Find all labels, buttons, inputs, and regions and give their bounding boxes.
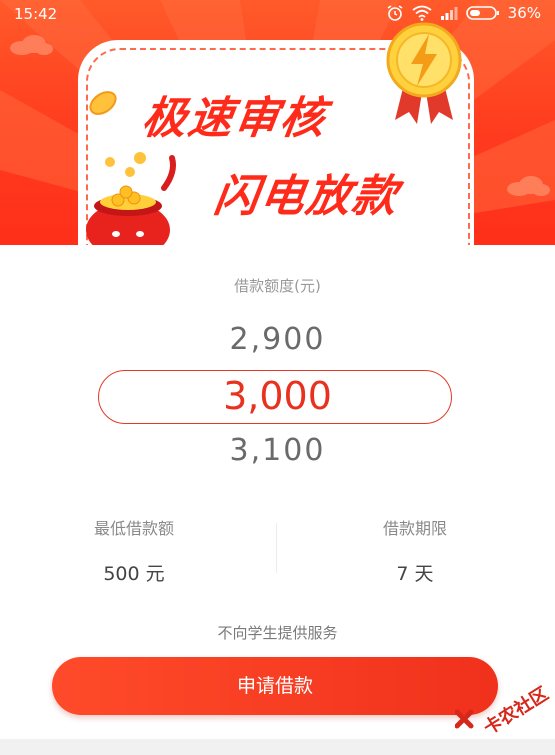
amount-option-next[interactable]: 3,100 [0,433,555,468]
bottom-bar [0,739,555,755]
signal-icon [440,7,458,20]
amount-option-selected[interactable]: 3,000 [0,374,555,418]
term-info: 借款期限 7 天 [295,515,535,586]
min-amount-label: 最低借款额 [93,519,174,538]
min-amount-value: 500 元 [103,563,165,585]
battery-percent: 36% [507,4,541,22]
status-time: 15:42 [14,5,58,23]
amount-option-previous[interactable]: 2,900 [0,322,555,357]
cloud-decoration [10,35,53,55]
cloud-decoration [507,176,550,196]
lightning-medal-icon [386,22,462,124]
amount-label: 借款额度(元) [234,277,321,295]
wifi-icon [412,5,432,21]
min-amount-info: 最低借款额 500 元 [14,515,254,586]
student-notice: 不向学生提供服务 [217,624,338,642]
info-divider [276,523,277,573]
promo-banner: 15:42 36% 极速审核 闪电放款 [0,0,555,245]
apply-loan-button[interactable]: 申请借款 [52,657,498,715]
status-bar: 15:42 36% [0,0,555,28]
term-label: 借款期限 [382,519,447,538]
term-value: 7 天 [396,563,434,585]
headline-line1: 极速审核 [138,93,330,144]
money-bag-icon [86,152,176,245]
battery-icon [465,6,499,20]
headline-line2: 闪电放款 [210,171,402,222]
coin-icon [89,91,117,115]
